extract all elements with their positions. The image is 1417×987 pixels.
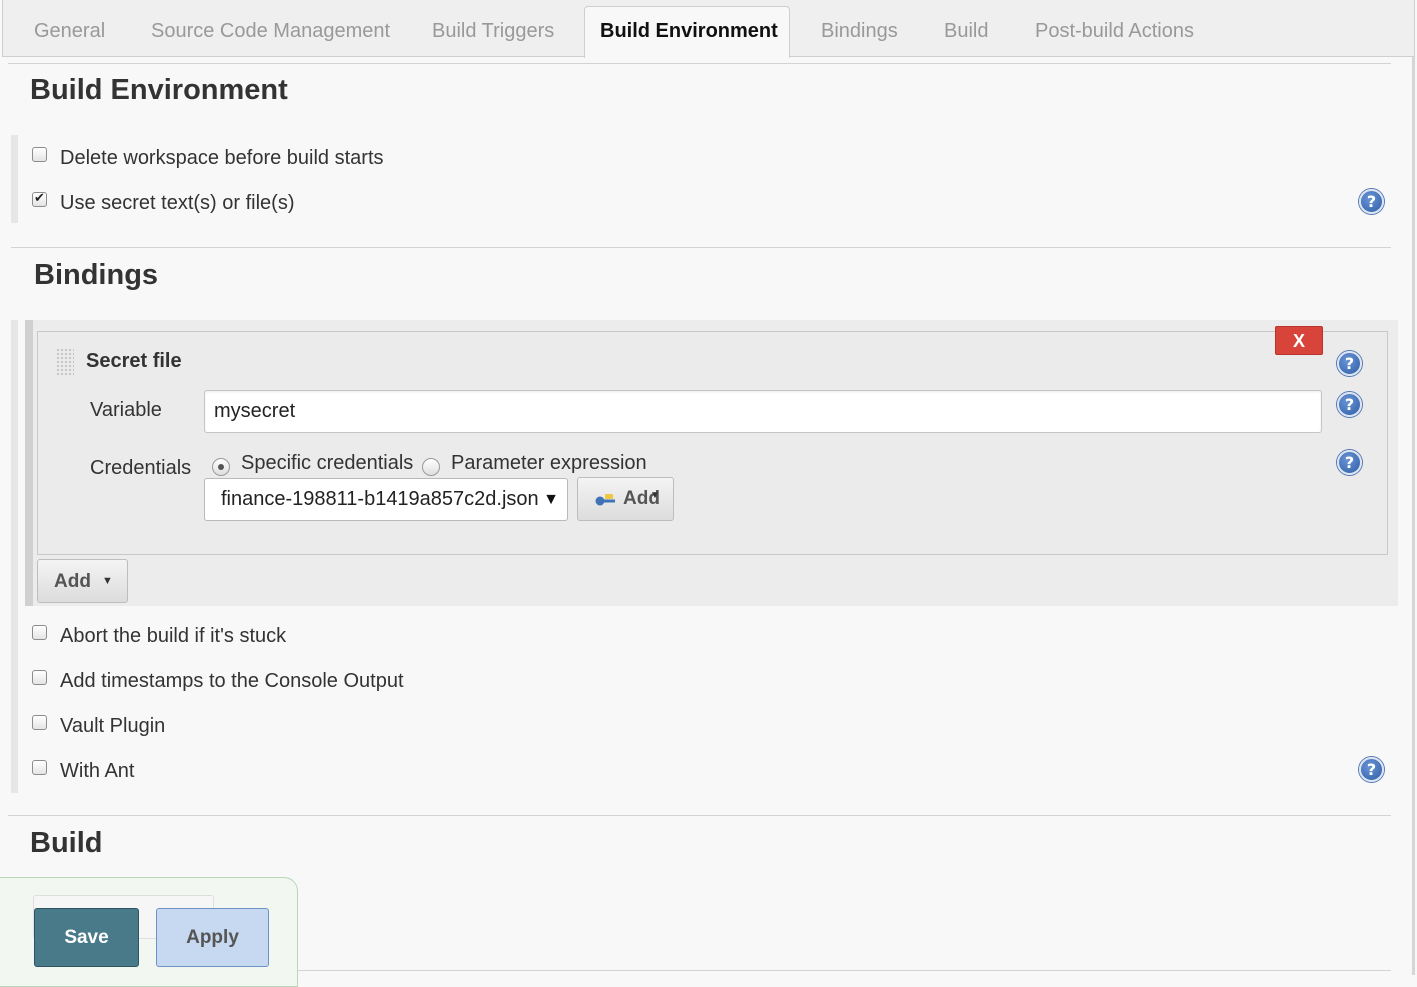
tab-build-environment[interactable]: Build Environment xyxy=(584,6,790,58)
delete-binding-button[interactable]: X xyxy=(1275,326,1323,355)
secret-file-binding xyxy=(37,331,1388,555)
section-indent-bar xyxy=(11,135,18,223)
credentials-select-value: finance-198811-b1419a857c2d.json xyxy=(221,488,539,510)
abort-stuck-checkbox[interactable] xyxy=(32,625,47,640)
tab-source-code-management[interactable]: Source Code Management xyxy=(151,0,390,57)
key-icon xyxy=(595,494,615,506)
drag-handle-icon[interactable] xyxy=(56,348,74,376)
help-icon[interactable]: ? xyxy=(1337,450,1362,475)
parameter-expression-label[interactable]: Parameter expression xyxy=(451,452,647,475)
tab-build-triggers[interactable]: Build Triggers xyxy=(432,0,554,57)
parameter-expression-radio[interactable] xyxy=(422,458,440,476)
section-divider xyxy=(8,63,1391,64)
add-credentials-button[interactable]: Add ▼ xyxy=(577,477,674,521)
variable-label: Variable xyxy=(90,399,162,421)
help-icon[interactable]: ? xyxy=(1337,392,1362,417)
abort-stuck-label[interactable]: Abort the build if it's stuck xyxy=(60,625,286,648)
vault-plugin-label[interactable]: Vault Plugin xyxy=(60,715,165,738)
vault-plugin-checkbox[interactable] xyxy=(32,715,47,730)
with-ant-checkbox[interactable] xyxy=(32,760,47,775)
help-icon[interactable]: ? xyxy=(1359,757,1384,782)
tab-build[interactable]: Build xyxy=(944,0,988,57)
tab-post-build-actions[interactable]: Post-build Actions xyxy=(1035,0,1194,57)
add-binding-label: Add xyxy=(54,571,91,592)
help-icon[interactable]: ? xyxy=(1359,189,1384,214)
section-divider xyxy=(11,247,1391,248)
with-ant-label[interactable]: With Ant xyxy=(60,760,134,783)
save-button[interactable]: Save xyxy=(34,908,139,967)
secret-file-title: Secret file xyxy=(86,350,182,372)
timestamps-checkbox[interactable] xyxy=(32,670,47,685)
build-environment-heading: Build Environment xyxy=(30,74,288,106)
bindings-heading: Bindings xyxy=(34,259,159,291)
variable-input[interactable]: mysecret xyxy=(204,390,1322,433)
delete-workspace-checkbox[interactable] xyxy=(32,147,47,162)
dropdown-arrow-icon: ▼ xyxy=(543,491,559,508)
bindings-indent-bar xyxy=(25,320,33,606)
credentials-select[interactable]: finance-198811-b1419a857c2d.json ▼ xyxy=(204,478,568,521)
apply-button[interactable]: Apply xyxy=(156,908,269,967)
delete-workspace-label[interactable]: Delete workspace before build starts xyxy=(60,147,384,170)
timestamps-label[interactable]: Add timestamps to the Console Output xyxy=(60,670,404,693)
caret-down-icon: ▼ xyxy=(650,490,660,501)
scrollbar-track[interactable] xyxy=(1412,57,1415,975)
build-heading: Build xyxy=(30,827,103,859)
specific-credentials-radio[interactable] xyxy=(212,458,230,476)
tab-general[interactable]: General xyxy=(34,0,105,57)
add-binding-button[interactable]: Add ▼ xyxy=(37,559,128,603)
section-indent-bar xyxy=(11,320,18,793)
use-secret-checkbox[interactable] xyxy=(32,190,47,207)
use-secret-label[interactable]: Use secret text(s) or file(s) xyxy=(60,192,294,215)
specific-credentials-label[interactable]: Specific credentials xyxy=(241,452,413,475)
section-divider xyxy=(8,815,1391,816)
caret-down-icon: ▼ xyxy=(102,575,113,587)
credentials-label: Credentials xyxy=(90,457,192,479)
tab-bindings[interactable]: Bindings xyxy=(821,0,898,57)
help-icon[interactable]: ? xyxy=(1337,351,1362,376)
